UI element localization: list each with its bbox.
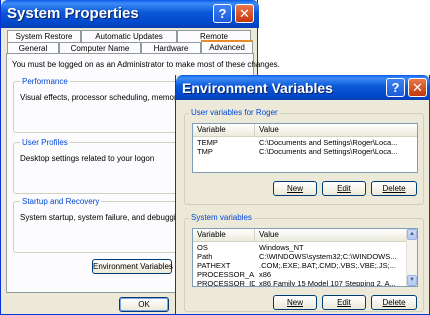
user-delete-label: Delete (382, 184, 406, 193)
user-new-label: New (286, 184, 303, 193)
system-variables-scrollbar[interactable]: ▲ ▼ (406, 229, 417, 286)
variable-name: TMP (197, 147, 213, 156)
help-icon[interactable]: ? (213, 4, 232, 23)
startup-recovery-group-title: Startup and Recovery (20, 197, 102, 206)
column-header-value[interactable]: Value (255, 124, 417, 136)
variable-value: C:\Documents and Settings\Roger\Loca... (259, 147, 398, 156)
column-header-variable[interactable]: Variable (193, 124, 255, 136)
scroll-up-icon[interactable]: ▲ (407, 229, 417, 240)
system-variables-list[interactable]: Variable Value OS Windows_NT Path C:\WIN… (192, 228, 418, 287)
system-new-label: New (286, 298, 303, 307)
list-item[interactable]: TEMP C:\Documents and Settings\Roger\Loc… (193, 138, 417, 147)
close-icon[interactable]: ✕ (235, 4, 254, 23)
help-icon[interactable]: ? (386, 78, 405, 97)
tab-system-restore[interactable]: System Restore (7, 30, 81, 42)
system-variables-group-title: System variables (189, 213, 254, 222)
variable-value: C:\WINDOWS\system32;C:\WINDOWS... (259, 252, 397, 261)
system-delete-label: Delete (382, 298, 406, 307)
user-variables-header: Variable Value (193, 124, 417, 137)
variable-name: PROCESSOR_ID... (197, 279, 255, 287)
variable-value: .COM;.EXE;.BAT;.CMD;.VBS;.VBE;.JS;... (259, 261, 396, 270)
variable-value: Windows_NT (259, 243, 304, 252)
column-header-value[interactable]: Value (255, 229, 408, 241)
system-new-button[interactable]: New (273, 295, 317, 310)
list-item[interactable]: Path C:\WINDOWS\system32;C:\WINDOWS... (193, 252, 408, 261)
variable-value: C:\Documents and Settings\Roger\Loca... (259, 138, 398, 147)
variable-name: PROCESSOR_A... (197, 270, 255, 279)
close-icon[interactable]: ✕ (408, 78, 427, 97)
user-variables-group: User variables for Roger Variable Value … (184, 108, 424, 205)
variable-name: Path (197, 252, 213, 261)
tab-automatic-updates[interactable]: Automatic Updates (81, 30, 177, 42)
environment-variables-title: Environment Variables (182, 80, 333, 96)
list-item[interactable]: PROCESSOR_ID... x86 Family 15 Model 107 … (193, 279, 408, 287)
list-item[interactable]: OS Windows_NT (193, 243, 408, 252)
tab-advanced[interactable]: Advanced (201, 40, 253, 54)
system-properties-titlebar[interactable]: System Properties ? ✕ (1, 0, 259, 28)
user-delete-button[interactable]: Delete (371, 181, 417, 196)
user-edit-button[interactable]: Edit (322, 181, 366, 196)
variable-value: x86 (259, 270, 272, 279)
performance-group-title: Performance (20, 77, 70, 86)
system-edit-label: Edit (337, 298, 351, 307)
variable-value: x86 Family 15 Model 107 Stepping 2, A... (259, 279, 396, 287)
user-edit-label: Edit (337, 184, 351, 193)
user-profiles-group-title: User Profiles (20, 138, 70, 147)
list-item[interactable]: PATHEXT .COM;.EXE;.BAT;.CMD;.VBS;.VBE;.J… (193, 261, 408, 270)
admin-note: You must be logged on as an Administrato… (12, 60, 280, 69)
environment-variables-titlebar[interactable]: Environment Variables ? ✕ (176, 75, 430, 100)
system-variables-group: System variables Variable Value OS Windo… (184, 213, 424, 312)
system-edit-button[interactable]: Edit (322, 295, 366, 310)
ok-button[interactable]: OK (119, 297, 169, 312)
user-variables-group-title: User variables for Roger (189, 108, 280, 117)
environment-variables-window: Environment Variables ? ✕ User variables… (175, 75, 430, 315)
list-item[interactable]: TMP C:\Documents and Settings\Roger\Loca… (193, 147, 417, 156)
performance-desc: Visual effects, processor scheduling, me… (20, 93, 201, 102)
variable-name: TEMP (197, 138, 218, 147)
system-variables-header: Variable Value (193, 229, 408, 242)
user-new-button[interactable]: New (273, 181, 317, 196)
variable-name: PATHEXT (197, 261, 231, 270)
variable-name: OS (197, 243, 208, 252)
system-delete-button[interactable]: Delete (371, 295, 417, 310)
scroll-down-icon[interactable]: ▼ (407, 275, 417, 286)
column-header-variable[interactable]: Variable (193, 229, 255, 241)
user-variables-list[interactable]: Variable Value TEMP C:\Documents and Set… (192, 123, 418, 173)
user-profiles-desc: Desktop settings related to your logon (20, 154, 155, 163)
list-item[interactable]: PROCESSOR_A... x86 (193, 270, 408, 279)
environment-variables-button[interactable]: Environment Variables (92, 259, 173, 274)
system-properties-title: System Properties (7, 5, 139, 22)
